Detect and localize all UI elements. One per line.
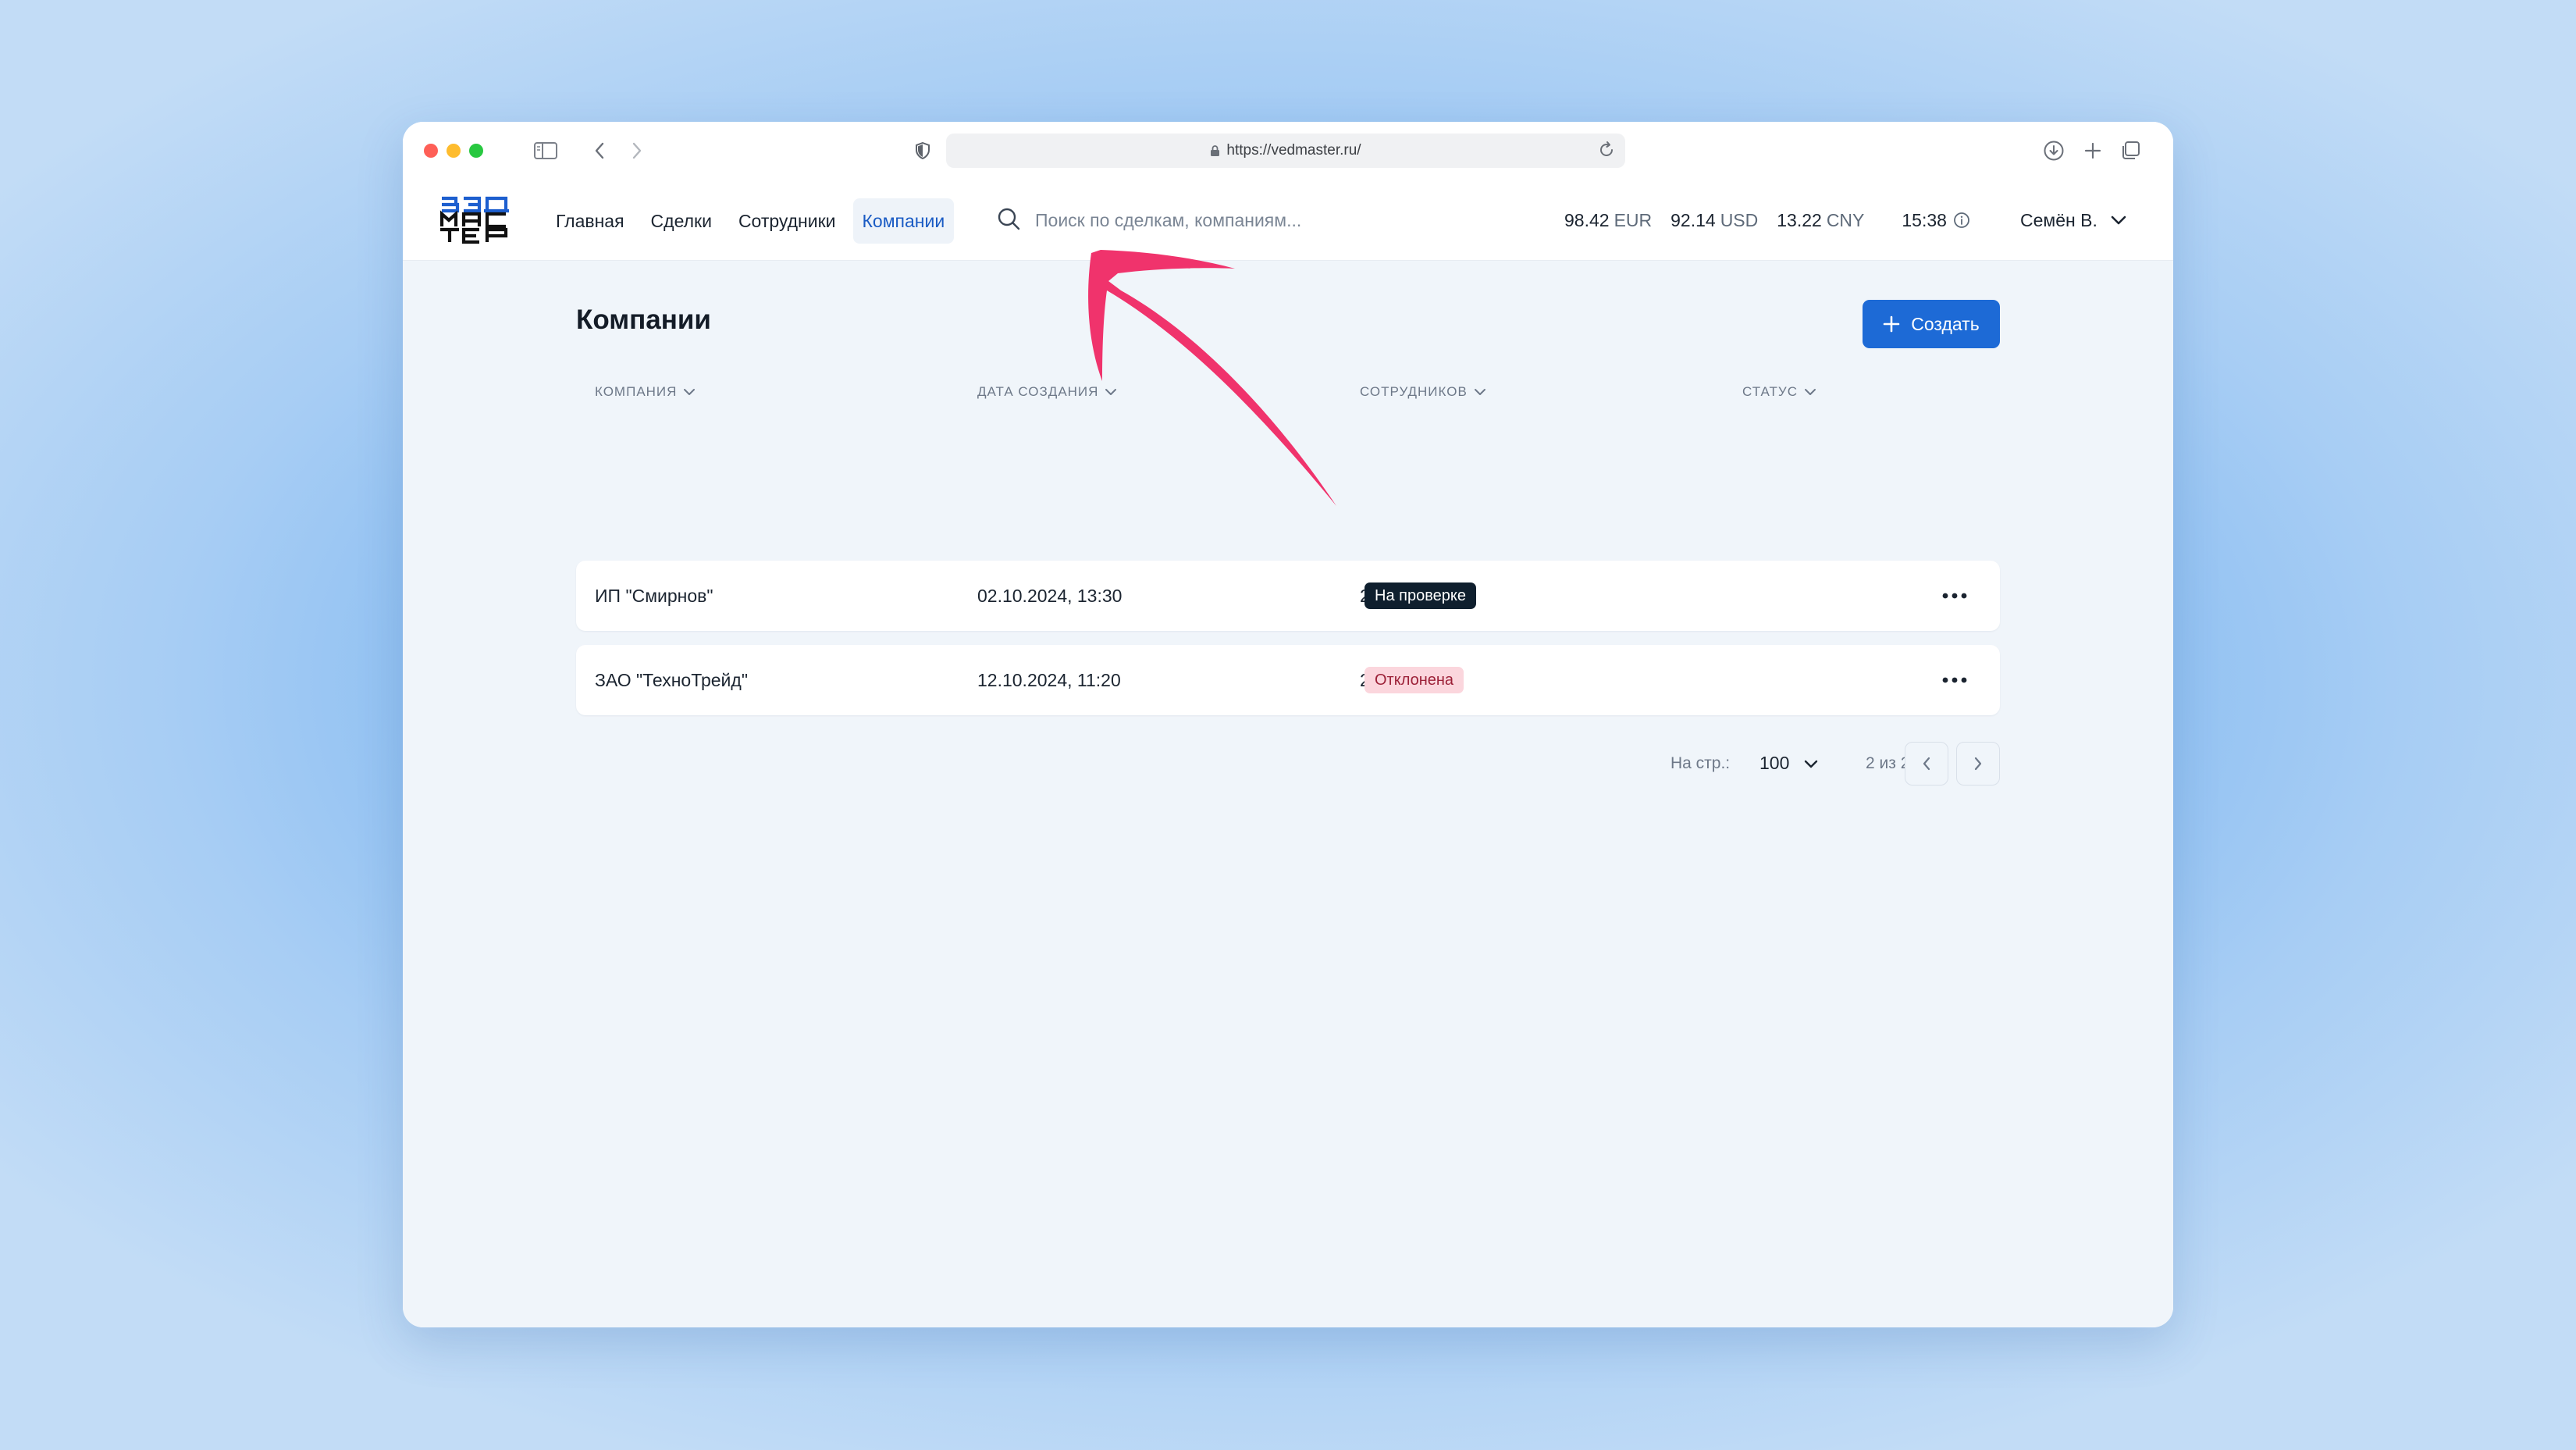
per-page-select[interactable]: 100 bbox=[1759, 753, 1819, 774]
chevron-down-icon bbox=[2111, 216, 2126, 225]
table-header: Компания Дата создания Сотрудников Стату… bbox=[576, 378, 2000, 406]
search-input[interactable]: Поиск по сделкам, компаниям... bbox=[1035, 210, 1301, 231]
minimize-window-button[interactable] bbox=[447, 144, 461, 158]
clock: 15:38 bbox=[1902, 210, 1970, 231]
chevron-down-icon bbox=[684, 389, 696, 395]
user-name: Семён В. bbox=[2020, 209, 2097, 230]
nav-item-deals[interactable]: Сделки bbox=[642, 198, 721, 244]
nav-item-home[interactable]: Главная bbox=[546, 198, 634, 244]
companies-page: Компании Создать Компания Дата создания … bbox=[403, 261, 2173, 1327]
search-icon bbox=[996, 206, 1021, 235]
downloads-icon[interactable] bbox=[2042, 136, 2065, 166]
rate-cny: 13.22 CNY bbox=[1777, 209, 1865, 230]
column-header-created[interactable]: Дата создания bbox=[977, 378, 1117, 406]
user-menu[interactable]: Семён В. bbox=[2020, 203, 2127, 237]
pagination: На стр.: 100 2 из 2 bbox=[1670, 742, 2000, 786]
currency-rates: 98.42 EUR 92.14 USD 13.22 CNY 15:38 bbox=[1564, 203, 1970, 237]
plus-icon bbox=[1883, 315, 1900, 333]
table-row[interactable]: ЗАО "ТехноТрейд" 12.10.2024, 11:20 2 Отк… bbox=[576, 645, 2000, 715]
main-nav: Главная Сделки Сотрудники Компании bbox=[546, 198, 955, 244]
created-date: 12.10.2024, 11:20 bbox=[977, 669, 1121, 690]
back-icon[interactable] bbox=[590, 136, 609, 166]
forward-icon[interactable] bbox=[628, 136, 646, 166]
more-icon[interactable] bbox=[1937, 584, 1972, 607]
more-icon[interactable] bbox=[1937, 668, 1972, 692]
search-bar[interactable]: Поиск по сделкам, компаниям... bbox=[996, 200, 1402, 240]
rate-usd: 92.14 USD bbox=[1670, 209, 1759, 230]
new-tab-icon[interactable] bbox=[2081, 136, 2105, 166]
chevron-down-icon bbox=[1805, 389, 1816, 395]
page-range: 2 из 2 bbox=[1866, 754, 1910, 772]
info-icon[interactable] bbox=[1953, 212, 1970, 229]
address-bar[interactable]: https://vedmaster.ru/ bbox=[946, 134, 1625, 168]
company-name: ИП "Смирнов" bbox=[595, 585, 713, 606]
per-page-label: На стр.: bbox=[1670, 754, 1731, 772]
chevron-left-icon bbox=[1923, 757, 1930, 771]
company-name: ЗАО "ТехноТрейд" bbox=[595, 669, 748, 690]
create-button[interactable]: Создать bbox=[1863, 300, 2000, 348]
maximize-window-button[interactable] bbox=[469, 144, 483, 158]
nav-item-companies[interactable]: Компании bbox=[852, 198, 955, 244]
close-window-button[interactable] bbox=[424, 144, 438, 158]
next-page-button[interactable] bbox=[1956, 742, 2000, 786]
lock-icon bbox=[1210, 144, 1220, 157]
column-header-status[interactable]: Статус bbox=[1742, 378, 1816, 406]
reload-icon[interactable] bbox=[1597, 141, 1616, 164]
shield-icon[interactable] bbox=[913, 136, 932, 166]
address-bar-url: https://vedmaster.ru/ bbox=[1226, 142, 1361, 159]
created-date: 02.10.2024, 13:30 bbox=[977, 585, 1123, 606]
browser-toolbar: https://vedmaster.ru/ bbox=[403, 122, 2173, 178]
create-button-label: Создать bbox=[1911, 313, 1980, 334]
tab-overview-icon[interactable] bbox=[2119, 136, 2142, 166]
rate-eur: 98.42 EUR bbox=[1564, 209, 1653, 230]
status-badge: На проверке bbox=[1364, 582, 1476, 609]
chevron-down-icon bbox=[1805, 760, 1818, 768]
prev-page-button[interactable] bbox=[1905, 742, 1948, 786]
chevron-down-icon bbox=[1105, 389, 1117, 395]
browser-window: https://vedmaster.ru/ Главная Сделки Сот… bbox=[403, 122, 2173, 1327]
sidebar-toggle-icon[interactable] bbox=[532, 136, 559, 166]
clock-time: 15:38 bbox=[1902, 209, 1947, 230]
status-badge: Отклонена bbox=[1364, 667, 1464, 693]
chevron-down-icon bbox=[1474, 389, 1485, 395]
table-row[interactable]: ИП "Смирнов" 02.10.2024, 13:30 2 На пров… bbox=[576, 561, 2000, 631]
column-header-employees[interactable]: Сотрудников bbox=[1360, 378, 1486, 406]
app-header: Главная Сделки Сотрудники Компании Поиск… bbox=[403, 178, 2173, 261]
nav-item-employees[interactable]: Сотрудники bbox=[729, 198, 845, 244]
vedmaster-logo[interactable] bbox=[439, 195, 509, 245]
column-header-company[interactable]: Компания bbox=[595, 378, 696, 406]
page-title: Компании bbox=[576, 305, 711, 335]
chevron-right-icon bbox=[1974, 757, 1982, 771]
